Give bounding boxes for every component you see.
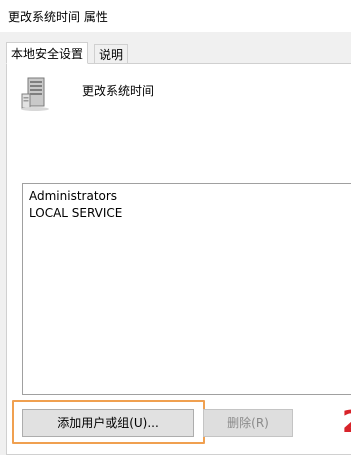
tab-label: 本地安全设置 <box>11 47 84 61</box>
members-listbox[interactable]: Administrators LOCAL SERVICE <box>22 183 351 395</box>
watermark-mark: 2 <box>342 408 351 438</box>
tab-label: 说明 <box>99 48 124 62</box>
tab-explain[interactable]: 说明 <box>94 44 129 64</box>
title-bar: 更改系统时间 属性 <box>0 0 351 32</box>
tab-local-security-setting[interactable]: 本地安全设置 <box>6 42 89 64</box>
server-icon <box>21 77 49 111</box>
remove-button[interactable]: 删除(R) <box>203 409 293 437</box>
list-item[interactable]: Administrators <box>29 189 117 203</box>
policy-name: 更改系统时间 <box>82 84 155 98</box>
list-item[interactable]: LOCAL SERVICE <box>29 206 122 220</box>
window-title: 更改系统时间 属性 <box>8 10 108 24</box>
add-user-or-group-button[interactable]: 添加用户或组(U)... <box>22 409 194 437</box>
